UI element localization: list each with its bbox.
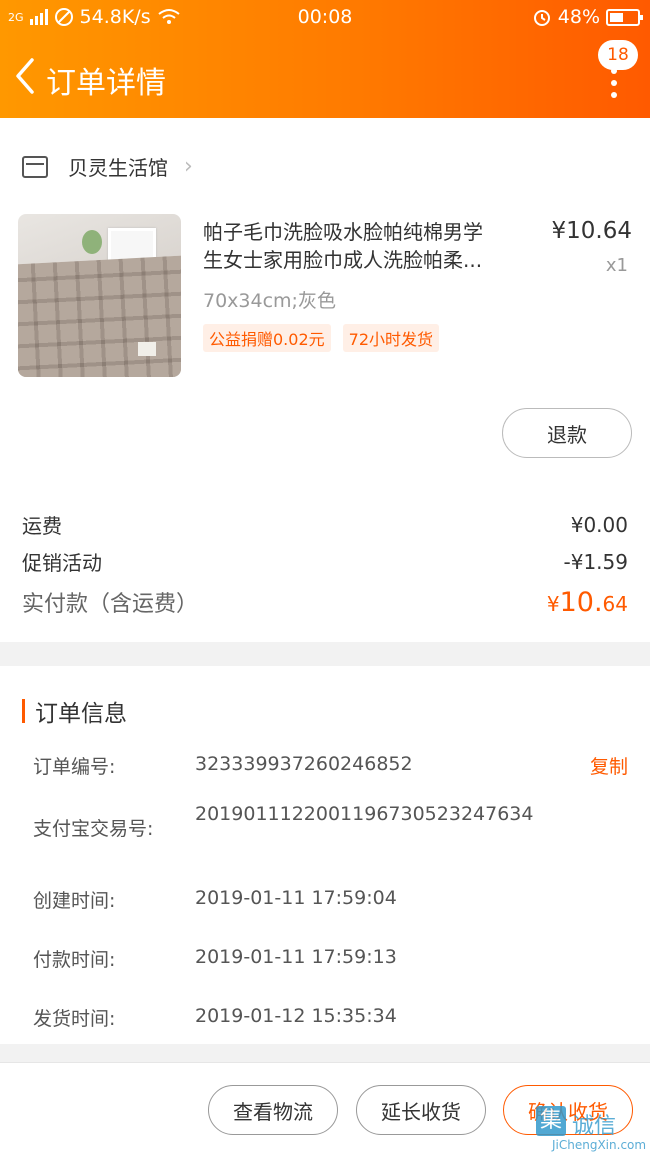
info-label: 订单编号: [33, 756, 116, 778]
view-logistics-button[interactable]: 查看物流 [208, 1085, 338, 1135]
battery-percent: 48% [557, 6, 600, 28]
page-title: 订单详情 [46, 66, 166, 101]
charity-tag: 公益捐赠0.02元 [203, 324, 331, 352]
info-value: 2019011122001196730523247634 [195, 803, 534, 825]
info-value: 2019-01-11 17:59:04 [195, 887, 397, 909]
store-icon [22, 155, 48, 178]
total-row: 实付款（含运费） ¥10.64 [22, 586, 628, 618]
shop-row[interactable]: 贝灵生活馆 › [22, 152, 193, 181]
notification-badge[interactable]: 18 [598, 40, 638, 70]
section-title: 订单信息 [22, 694, 127, 728]
shipping-value: ¥0.00 [570, 512, 628, 537]
product-image[interactable] [18, 214, 181, 377]
app-header: 2G 54.8K/s 00:08 48% 订单详情 18 [0, 0, 650, 118]
shipping-row: 运费 ¥0.00 [22, 510, 628, 539]
shipping-tag: 72小时发货 [342, 324, 440, 352]
section-accent-bar [22, 699, 25, 723]
status-bar: 2G 54.8K/s 00:08 48% [0, 0, 650, 36]
info-label: 创建时间: [33, 890, 116, 912]
shipping-label: 运费 [22, 514, 62, 538]
promo-label: 促销活动 [22, 551, 102, 575]
confirm-receipt-button[interactable]: 确认收货 [503, 1085, 633, 1135]
nav-bar: 订单详情 [0, 50, 650, 106]
alarm-icon [533, 10, 550, 26]
product-title-line2: 生女士家用脸巾成人洗脸帕柔... [203, 248, 483, 272]
promo-value: -¥1.59 [563, 549, 628, 574]
order-info-card: 订单信息 订单编号: 323339937260246852 复制 支付宝交易号:… [0, 666, 650, 1044]
total-value: ¥10.64 [546, 586, 628, 618]
product-sku: 70x34cm;灰色 [203, 290, 336, 312]
chevron-left-icon[interactable] [10, 56, 40, 96]
extend-receipt-button[interactable]: 延长收货 [356, 1085, 486, 1135]
chevron-right-icon: › [184, 154, 193, 179]
shop-name: 贝灵生活馆 [68, 156, 168, 180]
product-title[interactable]: 帕子毛巾洗脸吸水脸帕纯棉男学 生女士家用脸巾成人洗脸帕柔... [203, 218, 535, 274]
bottom-action-bar: 查看物流 延长收货 确认收货 [0, 1062, 650, 1155]
more-vertical-icon[interactable] [610, 68, 618, 98]
order-product-card: 贝灵生活馆 › 帕子毛巾洗脸吸水脸帕纯棉男学 生女士家用脸巾成人洗脸帕柔... … [0, 118, 650, 642]
product-tags: 公益捐赠0.02元 72小时发货 [203, 324, 440, 352]
info-value: 323339937260246852 [195, 753, 413, 775]
info-label: 发货时间: [33, 1008, 116, 1030]
info-label: 付款时间: [33, 949, 116, 971]
product-quantity: x1 [605, 255, 628, 276]
total-label: 实付款（含运费） [22, 592, 199, 617]
section-title-text: 订单信息 [35, 701, 127, 727]
copy-button[interactable]: 复制 [590, 752, 628, 779]
refund-button[interactable]: 退款 [502, 408, 632, 458]
promo-row: 促销活动 -¥1.59 [22, 547, 628, 576]
product-title-line1: 帕子毛巾洗脸吸水脸帕纯棉男学 [203, 220, 483, 244]
status-right: 48% [532, 6, 643, 28]
info-value: 2019-01-12 15:35:34 [195, 1005, 397, 1027]
info-value: 2019-01-11 17:59:13 [195, 946, 397, 968]
battery-icon [606, 8, 643, 26]
product-price: ¥10.64 [551, 218, 632, 244]
info-label: 支付宝交易号: [33, 818, 154, 840]
